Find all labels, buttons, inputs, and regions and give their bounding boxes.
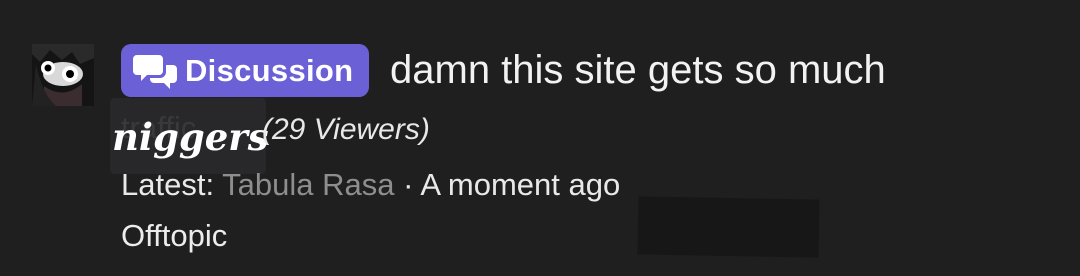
badge-label: Discussion xyxy=(185,52,354,88)
latest-separator: · xyxy=(403,167,414,202)
latest-prefix: Latest: xyxy=(121,167,215,202)
latest-author[interactable]: Tabula Rasa xyxy=(222,167,394,202)
avatar-image xyxy=(32,44,94,106)
thread-title[interactable]: damn this site gets so much xyxy=(390,44,886,96)
latest-time: A moment ago xyxy=(420,167,621,202)
latest-activity: Latest: Tabula Rasa · A moment ago xyxy=(121,165,620,205)
overlay-caption: niggers xyxy=(112,115,269,159)
discussion-badge[interactable]: Discussion xyxy=(121,44,370,97)
viewer-count: (29 Viewers) xyxy=(262,113,430,146)
chat-bubbles-icon xyxy=(133,51,179,91)
category-label[interactable]: Offtopic xyxy=(121,216,227,256)
thread-row[interactable]: Discussion damn this site gets so much t… xyxy=(0,0,1080,276)
redaction-box xyxy=(637,196,820,258)
avatar[interactable] xyxy=(32,44,94,106)
